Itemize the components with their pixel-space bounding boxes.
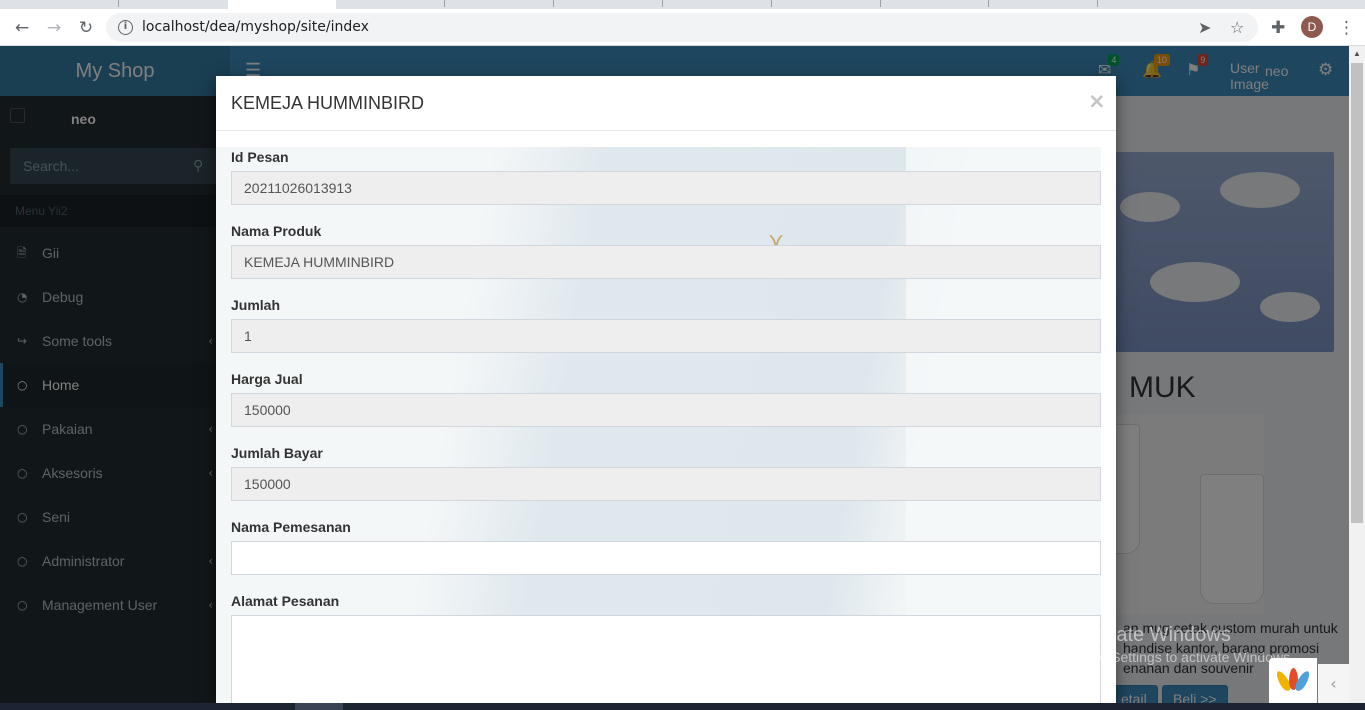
taskbar-active-app[interactable]: [295, 703, 343, 710]
star-icon[interactable]: ☆: [1230, 18, 1244, 37]
form-group-jumlah-bayar: Jumlah Bayar 150000: [231, 443, 1101, 517]
active-tab[interactable]: [228, 0, 336, 9]
form-group-jumlah: Jumlah 1: [231, 295, 1101, 369]
tab-separator: [880, 0, 881, 7]
debug-toolbar-toggle-chevron-icon[interactable]: ‹: [1318, 664, 1349, 703]
address-bar[interactable]: i localhost/dea/myshop/site/index ➤ ☆: [106, 13, 1258, 42]
watermark-subtitle: Go to Settings to activate Windows.: [1073, 649, 1294, 665]
tab-separator: [1097, 0, 1098, 7]
jumlah-label: Jumlah: [231, 297, 281, 313]
tab-separator: [444, 0, 445, 7]
tab-separator: [771, 0, 772, 7]
jumlah-bayar-field[interactable]: 150000: [231, 467, 1101, 501]
profile-avatar[interactable]: D: [1301, 16, 1323, 38]
browser-toolbar: ← → ↻ i localhost/dea/myshop/site/index …: [0, 9, 1365, 46]
form-group-nama-produk: Nama Produk KEMEJA HUMMINBIRD: [231, 221, 1101, 295]
send-icon[interactable]: ➤: [1198, 18, 1211, 37]
nama-pemesanan-input[interactable]: [231, 541, 1101, 575]
tab-separator: [988, 0, 989, 7]
extensions-icon[interactable]: ✚: [1271, 18, 1285, 38]
nama-produk-label: Nama Produk: [231, 223, 322, 239]
order-modal: KEMEJA HUMMINBIRD × ✧ ⋎ Id Pesan 2021102…: [216, 76, 1116, 703]
harga-jual-field[interactable]: 150000: [231, 393, 1101, 427]
modal-header: KEMEJA HUMMINBIRD ×: [216, 76, 1116, 131]
page-scrollbar[interactable]: ▲: [1349, 46, 1365, 703]
watermark-title: Activate Windows: [1073, 624, 1231, 646]
alamat-pesanan-textarea[interactable]: [231, 615, 1101, 703]
form-group-harga-jual: Harga Jual 150000: [231, 369, 1101, 443]
tab-separator: [118, 0, 119, 7]
tab-separator: [662, 0, 663, 7]
tab-separator: [553, 0, 554, 7]
close-icon[interactable]: ×: [1088, 89, 1106, 113]
jumlah-field[interactable]: 1: [231, 319, 1101, 353]
form-group-alamat-pesanan: Alamat Pesanan: [231, 591, 1101, 703]
reload-icon[interactable]: ↻: [75, 17, 97, 39]
os-taskbar: [0, 703, 1365, 710]
url-text[interactable]: localhost/dea/myshop/site/index: [142, 19, 369, 35]
harga-jual-label: Harga Jual: [231, 371, 303, 387]
modal-title: KEMEJA HUMMINBIRD: [231, 93, 425, 113]
form-group-id-pesan: Id Pesan 20211026013913: [231, 147, 1101, 221]
nama-pemesanan-label: Nama Pemesanan: [231, 519, 351, 535]
activate-windows-watermark: Activate Windows Go to Settings to activ…: [1073, 624, 1294, 665]
more-menu-icon[interactable]: ⋮: [1338, 18, 1355, 38]
nama-produk-field[interactable]: KEMEJA HUMMINBIRD: [231, 245, 1101, 279]
jumlah-bayar-label: Jumlah Bayar: [231, 445, 323, 461]
id-pesan-label: Id Pesan: [231, 149, 289, 165]
order-form: Id Pesan 20211026013913 Nama Produk KEME…: [231, 147, 1101, 703]
yii-debug-toolbar-logo[interactable]: [1269, 658, 1317, 703]
site-info-icon[interactable]: i: [118, 20, 133, 35]
form-group-nama-pemesanan: Nama Pemesanan: [231, 517, 1101, 591]
scrollbar-thumb[interactable]: [1351, 63, 1363, 523]
tab-strip: [0, 0, 1365, 9]
alamat-pesanan-label: Alamat Pesanan: [231, 593, 340, 609]
id-pesan-field[interactable]: 20211026013913: [231, 171, 1101, 205]
forward-arrow-icon[interactable]: →: [43, 17, 65, 39]
back-arrow-icon[interactable]: ←: [11, 17, 33, 39]
scroll-up-arrow-icon[interactable]: ▲: [1353, 49, 1361, 58]
